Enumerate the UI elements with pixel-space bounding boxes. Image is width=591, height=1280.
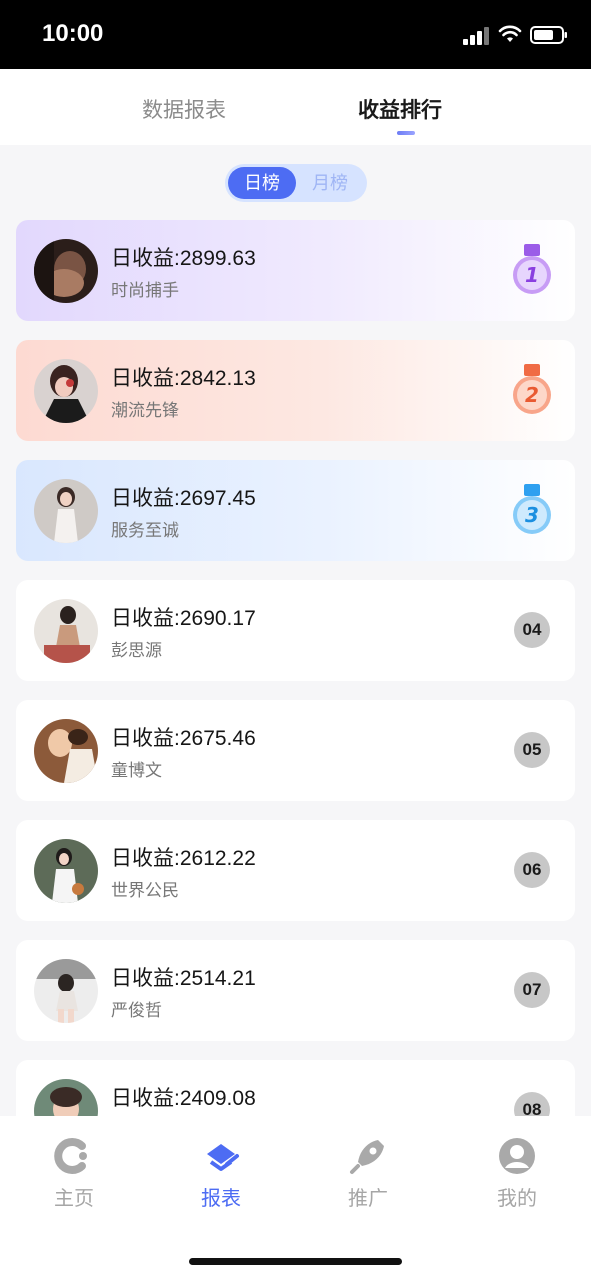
rank-2-medal-icon: 2 xyxy=(513,364,551,414)
user-name: 彭思源 xyxy=(111,641,162,660)
rank-1-medal-icon: 1 xyxy=(513,244,551,294)
ranking-card[interactable]: 日收益:2514.21 严俊哲 07 xyxy=(16,940,575,1041)
avatar xyxy=(34,359,98,423)
rank-badge: 04 xyxy=(514,612,550,648)
user-name: 童博文 xyxy=(111,761,162,780)
nav-profile-label: 我的 xyxy=(497,1188,537,1210)
nav-report-label: 报表 xyxy=(201,1188,241,1210)
rank-badge: 08 xyxy=(514,1092,550,1116)
nav-promote[interactable]: 推广 xyxy=(308,1136,428,1211)
status-bar: 10:00 xyxy=(0,0,591,69)
nav-home[interactable]: 主页 xyxy=(14,1136,134,1211)
tab-income-ranking[interactable]: 收益排行 xyxy=(358,94,442,124)
income-value: 日收益:2690.17 xyxy=(111,607,256,630)
rank-3-medal-icon: 3 xyxy=(513,484,551,534)
toggle-monthly[interactable]: 月榜 xyxy=(296,167,364,199)
cellular-signal-icon xyxy=(463,27,489,45)
nav-report[interactable]: 报表 xyxy=(161,1136,281,1211)
avatar xyxy=(34,479,98,543)
ranking-card[interactable]: 日收益:2675.46 童博文 05 xyxy=(16,700,575,801)
user-name: 世界公民 xyxy=(111,881,179,900)
svg-text:1: 1 xyxy=(525,263,539,287)
user-name: 潮流先锋 xyxy=(111,401,179,420)
user-name: 严俊哲 xyxy=(111,1001,162,1020)
ranking-card[interactable]: 日收益:2612.22 世界公民 06 xyxy=(16,820,575,921)
period-toggle: 日榜 月榜 xyxy=(225,164,367,202)
user-name: 时尚捕手 xyxy=(111,281,179,300)
income-value: 日收益:2409.08 xyxy=(111,1087,256,1110)
ranking-card[interactable]: 日收益:2690.17 彭思源 04 xyxy=(16,580,575,681)
avatar xyxy=(34,839,98,903)
nav-profile[interactable]: 我的 xyxy=(457,1136,577,1211)
income-value: 日收益:2899.63 xyxy=(111,247,256,270)
nav-promote-label: 推广 xyxy=(348,1188,388,1210)
ranking-card[interactable]: 日收益:2842.13 潮流先锋 2 xyxy=(16,340,575,441)
income-value: 日收益:2514.21 xyxy=(111,967,256,990)
nav-home-label: 主页 xyxy=(54,1188,94,1210)
report-hand-icon xyxy=(207,1144,239,1171)
profile-icon xyxy=(499,1138,535,1174)
user-name: 服务至诚 xyxy=(111,521,179,540)
avatar xyxy=(34,719,98,783)
avatar xyxy=(34,239,98,303)
svg-text:2: 2 xyxy=(525,383,539,407)
rank-badge: 07 xyxy=(514,972,550,1008)
income-value: 日收益:2612.22 xyxy=(111,847,256,870)
rocket-icon xyxy=(350,1140,384,1174)
rank-badge: 05 xyxy=(514,732,550,768)
ranking-list: 日收益:2899.63 时尚捕手 1 日收益:2842.13 潮流先锋 2 日收… xyxy=(16,220,575,1116)
status-time: 10:00 xyxy=(42,20,104,47)
top-tab-bar: 数据报表 收益排行 xyxy=(0,69,591,145)
avatar xyxy=(34,1079,98,1116)
svg-text:3: 3 xyxy=(525,503,539,527)
avatar xyxy=(34,599,98,663)
rank-badge: 06 xyxy=(514,852,550,888)
income-value: 日收益:2697.45 xyxy=(111,487,256,510)
battery-icon xyxy=(530,26,567,44)
ranking-card[interactable]: 日收益:2409.08 08 xyxy=(16,1060,575,1116)
home-c-icon xyxy=(54,1138,87,1174)
tab-data-report[interactable]: 数据报表 xyxy=(142,94,226,124)
toggle-daily[interactable]: 日榜 xyxy=(228,167,296,199)
ranking-card[interactable]: 日收益:2899.63 时尚捕手 1 xyxy=(16,220,575,321)
wifi-icon xyxy=(498,25,522,42)
avatar xyxy=(34,959,98,1023)
home-indicator xyxy=(189,1258,402,1265)
bottom-nav-bar: 主页 报表 推广 我的 xyxy=(0,1116,591,1280)
ranking-card[interactable]: 日收益:2697.45 服务至诚 3 xyxy=(16,460,575,561)
income-value: 日收益:2842.13 xyxy=(111,367,256,390)
income-value: 日收益:2675.46 xyxy=(111,727,256,750)
active-tab-indicator xyxy=(397,131,415,135)
